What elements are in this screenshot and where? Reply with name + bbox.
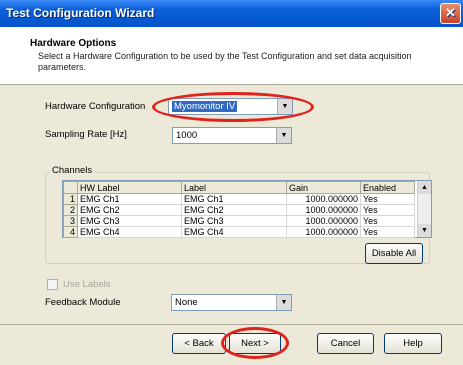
back-button[interactable]: < Back bbox=[172, 333, 226, 354]
enabled-cell[interactable]: Yes bbox=[360, 215, 415, 227]
hw-label-cell[interactable]: EMG Ch4 bbox=[77, 226, 182, 238]
gain-cell[interactable]: 1000.000000 bbox=[286, 215, 361, 227]
table-scrollbar[interactable]: ▲ ▼ bbox=[417, 181, 431, 237]
gain-cell[interactable]: 1000.000000 bbox=[286, 226, 361, 238]
table-row[interactable]: 3 EMG Ch3 EMG Ch3 1000.000000 Yes bbox=[63, 215, 415, 227]
scroll-down-icon[interactable]: ▼ bbox=[418, 224, 431, 237]
hw-label-cell[interactable]: EMG Ch3 bbox=[77, 215, 182, 227]
disable-all-button[interactable]: Disable All bbox=[365, 243, 423, 264]
hardware-config-label: Hardware Configuration bbox=[45, 101, 146, 112]
use-labels-label: Use Labels bbox=[63, 279, 111, 290]
feedback-module-select[interactable]: None ▼ bbox=[171, 294, 292, 311]
feedback-module-value: None bbox=[175, 297, 198, 308]
enabled-cell[interactable]: Yes bbox=[360, 226, 415, 238]
column-header-label[interactable]: Label bbox=[181, 181, 287, 194]
channels-table[interactable]: HW Label Label Gain Enabled 1 EMG Ch1 EM… bbox=[62, 180, 432, 238]
column-header-gain[interactable]: Gain bbox=[286, 181, 361, 194]
row-number-header bbox=[63, 181, 78, 194]
row-number: 1 bbox=[63, 193, 78, 205]
table-row[interactable]: 1 EMG Ch1 EMG Ch1 1000.000000 Yes bbox=[63, 193, 415, 205]
footer-divider bbox=[0, 324, 463, 325]
window-title: Test Configuration Wizard bbox=[6, 6, 155, 20]
wizard-header: Hardware Options Select a Hardware Confi… bbox=[0, 27, 463, 85]
highlight-ring-next bbox=[221, 327, 289, 359]
close-icon[interactable]: ✕ bbox=[440, 3, 461, 24]
label-cell[interactable]: EMG Ch1 bbox=[181, 193, 287, 205]
feedback-module-label: Feedback Module bbox=[45, 297, 121, 308]
table-row[interactable]: 4 EMG Ch4 EMG Ch4 1000.000000 Yes bbox=[63, 226, 415, 238]
gain-cell[interactable]: 1000.000000 bbox=[286, 204, 361, 216]
gain-cell[interactable]: 1000.000000 bbox=[286, 193, 361, 205]
column-header-enabled[interactable]: Enabled bbox=[360, 181, 415, 194]
wizard-window: Test Configuration Wizard ✕ Hardware Opt… bbox=[0, 0, 463, 365]
page-title: Hardware Options bbox=[30, 38, 117, 49]
highlight-ring-hardware bbox=[152, 92, 314, 122]
sampling-rate-select[interactable]: 1000 ▼ bbox=[172, 127, 292, 144]
label-cell[interactable]: EMG Ch3 bbox=[181, 215, 287, 227]
cancel-button[interactable]: Cancel bbox=[317, 333, 374, 354]
use-labels-checkbox[interactable] bbox=[47, 279, 58, 290]
enabled-cell[interactable]: Yes bbox=[360, 193, 415, 205]
hw-label-cell[interactable]: EMG Ch1 bbox=[77, 193, 182, 205]
label-cell[interactable]: EMG Ch4 bbox=[181, 226, 287, 238]
sampling-rate-value: 1000 bbox=[176, 130, 198, 141]
page-description: Select a Hardware Configuration to be us… bbox=[38, 51, 412, 72]
enabled-cell[interactable]: Yes bbox=[360, 204, 415, 216]
chevron-down-icon[interactable]: ▼ bbox=[276, 295, 291, 310]
channels-legend: Channels bbox=[50, 165, 95, 176]
chevron-down-icon[interactable]: ▼ bbox=[276, 128, 291, 143]
table-header-row: HW Label Label Gain Enabled bbox=[63, 181, 415, 194]
row-number: 3 bbox=[63, 215, 78, 227]
help-button[interactable]: Help bbox=[384, 333, 442, 354]
row-number: 2 bbox=[63, 204, 78, 216]
table-row[interactable]: 2 EMG Ch2 EMG Ch2 1000.000000 Yes bbox=[63, 204, 415, 216]
hw-label-cell[interactable]: EMG Ch2 bbox=[77, 204, 182, 216]
column-header-hw-label[interactable]: HW Label bbox=[77, 181, 182, 194]
label-cell[interactable]: EMG Ch2 bbox=[181, 204, 287, 216]
title-bar: Test Configuration Wizard ✕ bbox=[0, 0, 463, 27]
sampling-rate-label: Sampling Rate [Hz] bbox=[45, 129, 127, 140]
row-number: 4 bbox=[63, 226, 78, 238]
scroll-up-icon[interactable]: ▲ bbox=[418, 181, 431, 194]
